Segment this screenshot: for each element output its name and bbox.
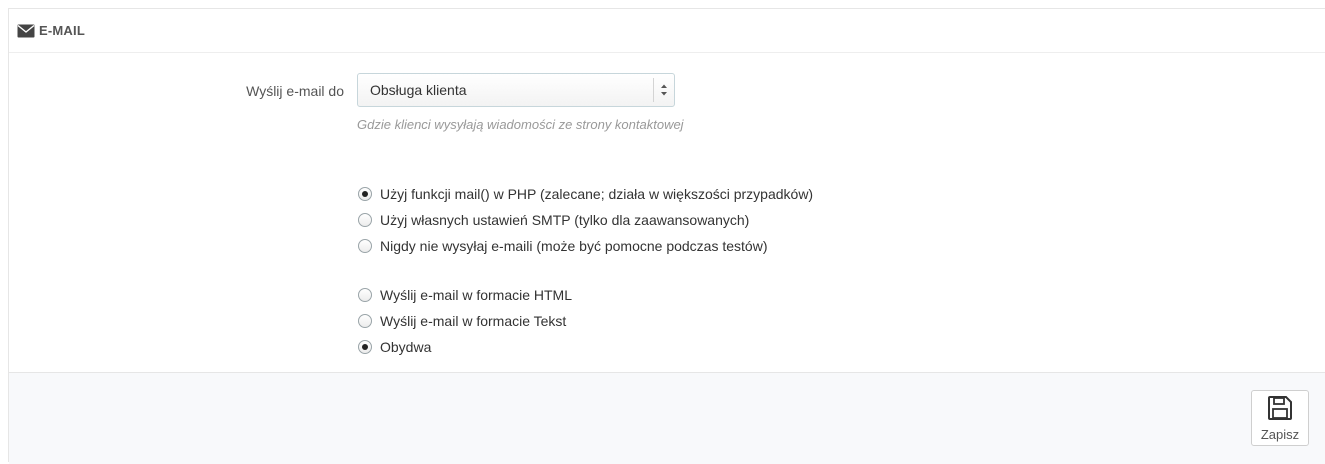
radio-label: Wyślij e-mail w formacie Tekst bbox=[380, 313, 567, 329]
radio-button[interactable] bbox=[358, 314, 372, 328]
mail-format-option-text[interactable]: Wyślij e-mail w formacie Tekst bbox=[358, 308, 572, 334]
radio-label: Obydwa bbox=[380, 339, 432, 355]
radio-button[interactable] bbox=[358, 213, 372, 227]
send-to-select[interactable]: Obsługa klienta bbox=[357, 73, 675, 107]
radio-label: Użyj własnych ustawień SMTP (tylko dla z… bbox=[380, 212, 750, 228]
mail-method-option-never[interactable]: Nigdy nie wysyłaj e-maili (może być pomo… bbox=[358, 233, 813, 259]
radio-button[interactable] bbox=[358, 187, 372, 201]
select-arrows-icon bbox=[660, 83, 668, 97]
radio-label: Nigdy nie wysyłaj e-maili (może być pomo… bbox=[380, 238, 768, 254]
send-to-help-text: Gdzie klienci wysyłają wiadomości ze str… bbox=[357, 117, 684, 132]
mail-format-option-html[interactable]: Wyślij e-mail w formacie HTML bbox=[358, 282, 572, 308]
mail-format-group: Wyślij e-mail w formacie HTML Wyślij e-m… bbox=[358, 282, 572, 360]
email-panel: E-MAIL Wyślij e-mail do Obsługa klienta … bbox=[8, 8, 1325, 464]
select-separator bbox=[653, 78, 654, 102]
radio-label: Użyj funkcji mail() w PHP (zalecane; dzi… bbox=[380, 186, 814, 202]
floppy-disk-icon bbox=[1267, 395, 1293, 424]
radio-button[interactable] bbox=[358, 340, 372, 354]
panel-heading: E-MAIL bbox=[9, 9, 1325, 53]
radio-button[interactable] bbox=[358, 288, 372, 302]
mail-format-option-both[interactable]: Obydwa bbox=[358, 334, 572, 360]
mail-method-option-smtp[interactable]: Użyj własnych ustawień SMTP (tylko dla z… bbox=[358, 207, 813, 233]
send-to-label: Wyślij e-mail do bbox=[246, 83, 344, 99]
save-button-label: Zapisz bbox=[1260, 426, 1300, 442]
mail-method-option-php[interactable]: Użyj funkcji mail() w PHP (zalecane; dzi… bbox=[358, 181, 813, 207]
panel-footer: Zapisz bbox=[9, 372, 1325, 464]
send-to-selected-value: Obsługa klienta bbox=[370, 82, 467, 98]
mail-method-group: Użyj funkcji mail() w PHP (zalecane; dzi… bbox=[358, 181, 813, 259]
radio-label: Wyślij e-mail w formacie HTML bbox=[380, 287, 573, 303]
envelope-icon bbox=[17, 24, 35, 38]
panel-title: E-MAIL bbox=[39, 23, 85, 38]
save-button[interactable]: Zapisz bbox=[1251, 390, 1309, 446]
radio-button[interactable] bbox=[358, 239, 372, 253]
